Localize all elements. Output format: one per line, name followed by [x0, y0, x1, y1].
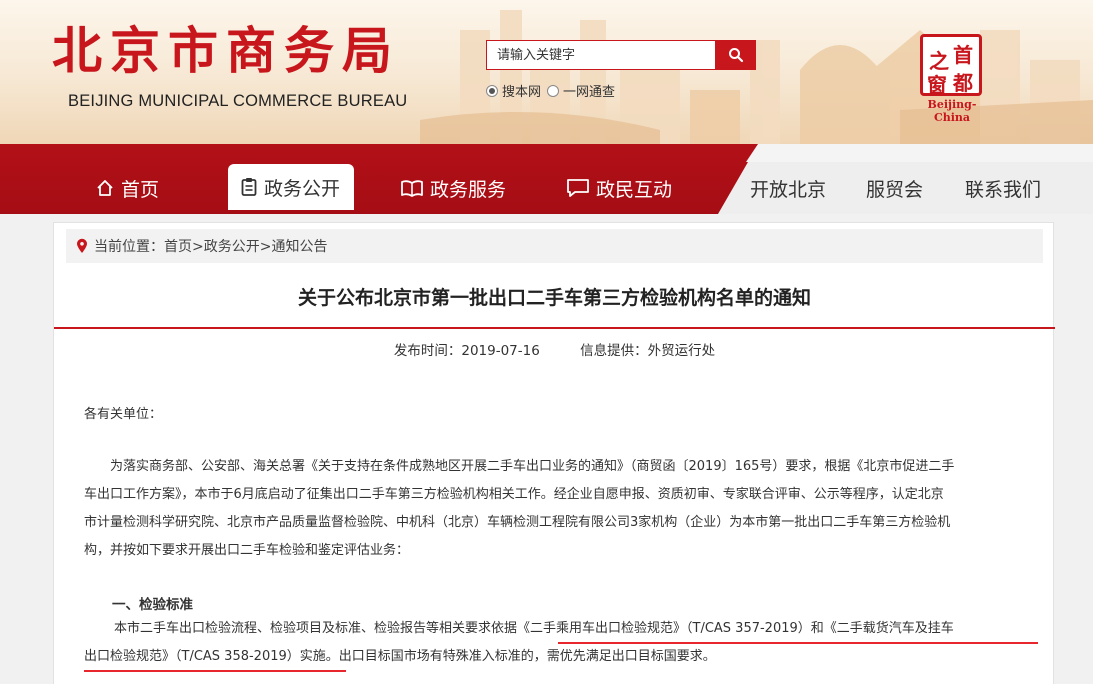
- article-panel: 当前位置：首页>政务公开>通知公告 关于公布北京市第一批出口二手车第三方检验机构…: [53, 222, 1055, 684]
- article-title: 关于公布北京市第一批出口二手车第三方检验机构名单的通知: [297, 287, 811, 309]
- search-input[interactable]: [486, 40, 716, 70]
- radio-search-all-label: 一网通查: [563, 85, 616, 100]
- article-meta: 发布时间：2019-07-16 信息提供：外贸运行处: [54, 339, 1055, 359]
- main-nav: 首页 政务公开 政务服务 政民互动 开放北京 服贸会 联系我们: [0, 144, 1093, 214]
- search-icon: [729, 48, 744, 63]
- radio-search-all[interactable]: [547, 84, 560, 97]
- nav-item-government-affairs[interactable]: 政务公开: [228, 164, 355, 210]
- nav-gray-top: [746, 144, 1093, 162]
- seal-char: 都: [953, 71, 973, 95]
- highlight-underline: [558, 642, 1038, 644]
- nav-item-label: 服贸会: [866, 178, 924, 201]
- nav-item-label: 政务公开: [264, 177, 341, 200]
- skyline-illustration: [420, 10, 1093, 150]
- document-icon: [240, 177, 258, 197]
- site-title: 北京市商务局: [52, 21, 400, 80]
- title-divider: [54, 327, 1055, 329]
- nav-item-services[interactable]: 政务服务: [400, 166, 506, 210]
- breadcrumb-text[interactable]: 当前位置：首页>政务公开>通知公告: [94, 236, 327, 256]
- nav-item-contact[interactable]: 联系我们: [965, 166, 1041, 210]
- nav-item-label: 联系我们: [965, 178, 1042, 201]
- paragraph-line: 市计量检测科学研究院、北京市产品质量监督检验院、中机科（北京）车辆检测工程院有限…: [84, 515, 951, 530]
- chat-icon: [566, 178, 590, 198]
- nav-item-label: 政民互动: [596, 178, 673, 201]
- seal-char: 窗: [927, 73, 947, 97]
- capital-window-caption: Beijing-China: [927, 98, 977, 124]
- search-scope-options: 搜本网 一网通查: [486, 81, 621, 100]
- nav-item-open-beijing[interactable]: 开放北京: [750, 166, 826, 210]
- nav-item-interaction[interactable]: 政民互动: [566, 166, 672, 210]
- breadcrumb: 当前位置：首页>政务公开>通知公告: [66, 229, 1043, 263]
- capital-window-seal: 首 都 之 窗: [920, 34, 982, 97]
- paragraph-line: 本市二手车出口检验流程、检验项目及标准、检验报告等相关要求依据《二手乘用车出口检…: [114, 621, 954, 636]
- site-subtitle: BEIJING MUNICIPAL COMMERCE BUREAU: [68, 92, 408, 110]
- paragraph-line: 出口检验规范》（T/CAS 358-2019）实施。出口目标国市场有特殊准入标准…: [84, 649, 716, 664]
- radio-search-site-label: 搜本网: [502, 85, 542, 100]
- paragraph-line: 车出口工作方案》，本市于6月底启动了征集出口二手车第三方检验机构相关工作。经企业…: [84, 487, 944, 502]
- paragraph-line: 为落实商务部、公安部、海关总署《关于支持在条件成熟地区开展二手车出口业务的通知》…: [110, 459, 955, 474]
- radio-search-site[interactable]: [486, 84, 498, 97]
- seal-char: 首: [953, 43, 973, 67]
- home-icon: [95, 178, 115, 198]
- publish-time: 发布时间：2019-07-16: [393, 343, 540, 359]
- nav-item-label: 政务服务: [430, 178, 507, 201]
- capital-window-logo[interactable]: 首 都 之 窗 Beijing-China: [912, 32, 992, 124]
- section-heading: 一、检验标准: [112, 597, 193, 613]
- search-button[interactable]: [716, 40, 756, 70]
- nav-item-label: 开放北京: [750, 178, 827, 201]
- location-pin-icon: [76, 238, 88, 254]
- info-source: 信息提供：外贸运行处: [580, 343, 716, 359]
- site-header: 北京市商务局 BEIJING MUNICIPAL COMMERCE BUREAU…: [0, 0, 1093, 150]
- book-icon: [400, 178, 424, 198]
- salutation: 各有关单位：: [84, 407, 163, 422]
- paragraph-line: 构，并按如下要求开展出口二手车检验和鉴定评估业务：: [84, 543, 410, 558]
- nav-item-label: 首页: [121, 178, 160, 201]
- nav-item-home[interactable]: 首页: [95, 166, 159, 210]
- highlight-underline: [84, 670, 346, 672]
- nav-item-trade-fair[interactable]: 服贸会: [866, 166, 923, 210]
